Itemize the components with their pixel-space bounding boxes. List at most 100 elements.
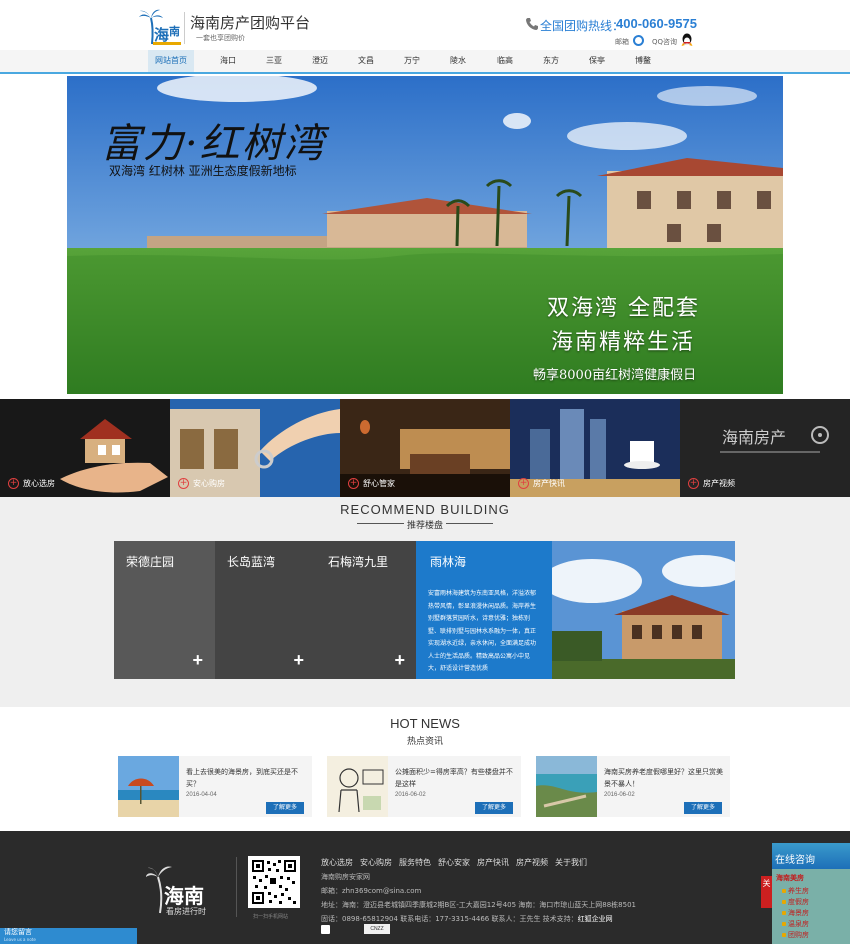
banner-slogan-line1: 双海湾 全配套 (547, 296, 700, 321)
nav-item-wenchang[interactable]: 文昌 (343, 50, 389, 72)
qq-penguin-icon[interactable] (681, 33, 693, 47)
police-badge-icon[interactable] (321, 925, 330, 934)
consult-close-button[interactable]: 关 (761, 876, 772, 908)
consult-item[interactable]: 温泉房 (782, 919, 809, 929)
qr-caption: 扫一扫手机网站 (253, 914, 289, 920)
nav-item-haikou[interactable]: 海口 (205, 50, 251, 72)
tech-support-link[interactable]: 红狐企业网 (578, 915, 613, 923)
mail-icon[interactable] (633, 35, 644, 46)
main-nav: 网站首页 海口 三亚 澄迈 文昌 万宁 陵水 临高 东方 保亭 博鳌 (0, 50, 850, 74)
hotline-number[interactable]: 400-060-9575 (616, 16, 697, 31)
nav-item-home[interactable]: 网站首页 (148, 50, 194, 72)
tile-video[interactable]: 海南房产 + 房产视频 (680, 399, 850, 497)
footer-email: 邮箱：zhn369com@sina.com (321, 887, 422, 895)
news-thumbnail[interactable] (327, 756, 388, 817)
phone-icon (526, 18, 538, 30)
recommend-card[interactable]: 荣德庄园 + (114, 541, 215, 679)
consult-title[interactable]: 在线咨询 (772, 843, 850, 869)
tile-label: + 房产快讯 (518, 478, 565, 489)
consult-item[interactable]: 养生房 (782, 886, 809, 896)
nav-item-dongfang[interactable]: 东方 (528, 50, 574, 72)
nav-item-lingshui[interactable]: 陵水 (435, 50, 481, 72)
footer-link[interactable]: 房产视频 (516, 857, 548, 868)
footer-company: 海南购房安家网 (321, 873, 370, 881)
recommend-subtitle: 推荐楼盘 (406, 521, 443, 531)
recommend-card[interactable]: 石梅湾九里 + (316, 541, 417, 679)
tile-key-in-hand[interactable]: + 安心购房 (170, 399, 340, 497)
qq-label: QQ咨询 (652, 38, 678, 46)
news-card[interactable]: 看上去很美的海景房，到底买还是不买？ 2016-04-04 了解更多 (118, 756, 312, 817)
plus-circle-icon: + (688, 478, 699, 489)
news-card[interactable]: 海南买房养老度假哪里好？这里只赏美景不暴人！ 2016-06-02 了解更多 (536, 756, 730, 817)
plus-icon[interactable]: + (192, 650, 203, 671)
tile-lounge[interactable]: + 舒心管家 (340, 399, 510, 497)
plus-circle-icon: + (348, 478, 359, 489)
news-more-button[interactable]: 了解更多 (266, 802, 304, 814)
tile-label: + 舒心管家 (348, 478, 395, 489)
category-tiles: + 放心选房 + 安心购房 + 舒心管家 + 房产快讯 海南房产 + 房产视频 (0, 399, 850, 497)
tile-city-coffee[interactable]: + 房产快讯 (510, 399, 680, 497)
footer-link[interactable]: 服务特色 (399, 857, 431, 868)
news-title: HOT NEWS (390, 716, 460, 731)
recommend-featured-name: 雨林海 (430, 555, 467, 569)
footer-links: 放心选房 安心购房 服务特色 舒心安家 房产快讯 房产视频 关于我们 (321, 857, 587, 868)
nav-item-lingao[interactable]: 临高 (482, 50, 528, 72)
consult-item[interactable]: 海景房 (782, 908, 809, 918)
news-headline[interactable]: 公摊面积少=得房率高？有些楼盘并不是这样 (395, 766, 515, 790)
footer-link[interactable]: 房产快讯 (477, 857, 509, 868)
footer-phone: 固话：0898-65812904 联系电话：177-3315-4466 联系人：… (321, 914, 613, 924)
nav-item-wanning[interactable]: 万宁 (389, 50, 435, 72)
news-card[interactable]: 公摊面积少=得房率高？有些楼盘并不是这样 2016-06-02 了解更多 (327, 756, 521, 817)
banner-slogan-line3: 畅享8000亩红树湾健康假日 (533, 368, 697, 383)
recommend-card-name: 荣德庄园 (126, 555, 175, 569)
news-more-button[interactable]: 了解更多 (475, 802, 513, 814)
footer-phone-text: 固话：0898-65812904 联系电话：177-3315-4466 联系人：… (321, 915, 578, 923)
svg-text:南: 南 (169, 24, 180, 38)
tile-house-in-hand[interactable]: + 放心选房 (0, 399, 170, 497)
news-headline[interactable]: 海南买房养老度假哪里好？这里只赏美景不暴人！ (604, 766, 724, 790)
footer-link[interactable]: 安心购房 (360, 857, 392, 868)
news-date: 2016-06-02 (604, 792, 635, 798)
news-thumbnail[interactable] (118, 756, 179, 817)
footer-address: 地址：海南：澄迈县老城镇四季康城2期B区-工大嘉园12号405 海南：海口市琼山… (321, 901, 636, 909)
recommend-card[interactable]: 长岛蓝湾 + (215, 541, 316, 679)
cartoon-image (327, 756, 388, 817)
cnzz-badge[interactable]: CNZZ (364, 924, 390, 934)
footer-link[interactable]: 放心选房 (321, 857, 353, 868)
news-more-button[interactable]: 了解更多 (684, 802, 722, 814)
recommend-card-name: 长岛蓝湾 (227, 555, 276, 569)
footer-logo-text: 海南 (164, 884, 204, 908)
site-header: 海 南 海南房产团购平台 一套也享团购价 全国团购热线： 400-060-957… (0, 0, 850, 50)
plus-icon[interactable]: + (293, 650, 304, 671)
consult-item[interactable]: 度假房 (782, 897, 809, 907)
news-subtitle: 热点资讯 (406, 737, 443, 747)
recommend-featured-photo[interactable] (552, 541, 735, 679)
plus-icon[interactable]: + (394, 650, 405, 671)
hero-banner[interactable]: 富力·红树湾 双海湾 红树林 亚洲生态度假新地标 双海湾 全配套 海南精粹生活 … (67, 76, 783, 394)
footer-palm-logo-icon[interactable]: 海南 看房进行时 (146, 859, 210, 917)
qr-code-image (251, 859, 297, 905)
news-headline[interactable]: 看上去很美的海景房，到底买还是不买？ (186, 766, 306, 790)
footer-logo-sub: 看房进行时 (166, 906, 206, 916)
nav-item-sanya[interactable]: 三亚 (251, 50, 297, 72)
plus-circle-icon: + (8, 478, 19, 489)
footer-link[interactable]: 关于我们 (555, 857, 587, 868)
tile-label: + 房产视频 (688, 478, 735, 489)
consult-item[interactable]: 团购房 (782, 930, 809, 940)
banner-subtitle: 双海湾 红树林 亚洲生态度假新地标 (109, 164, 297, 178)
palm-logo-icon[interactable]: 海 南 (138, 8, 184, 46)
nav-item-boao[interactable]: 博鳌 (620, 50, 666, 72)
tile-label: + 安心购房 (178, 478, 225, 489)
plus-circle-icon: + (518, 478, 529, 489)
villa-photo-image (552, 541, 735, 679)
tile-label: + 放心选房 (8, 478, 55, 489)
footer-link[interactable]: 舒心安家 (438, 857, 470, 868)
recommend-title: RECOMMEND BUILDING (340, 502, 510, 517)
nav-item-chengmai[interactable]: 澄迈 (297, 50, 343, 72)
news-thumbnail[interactable] (536, 756, 597, 817)
leave-message-button[interactable]: 请您留言 Leave us a note (0, 928, 137, 944)
recommend-card-name: 石梅湾九里 (328, 555, 389, 569)
footer-divider (236, 857, 237, 917)
recommend-featured-card[interactable]: 雨林海 安富雨林海建筑为东南亚风格，洋溢浓郁热带风情，彰显浪漫休闲品质。海岸养生… (416, 541, 552, 679)
nav-item-baoting[interactable]: 保亭 (574, 50, 620, 72)
